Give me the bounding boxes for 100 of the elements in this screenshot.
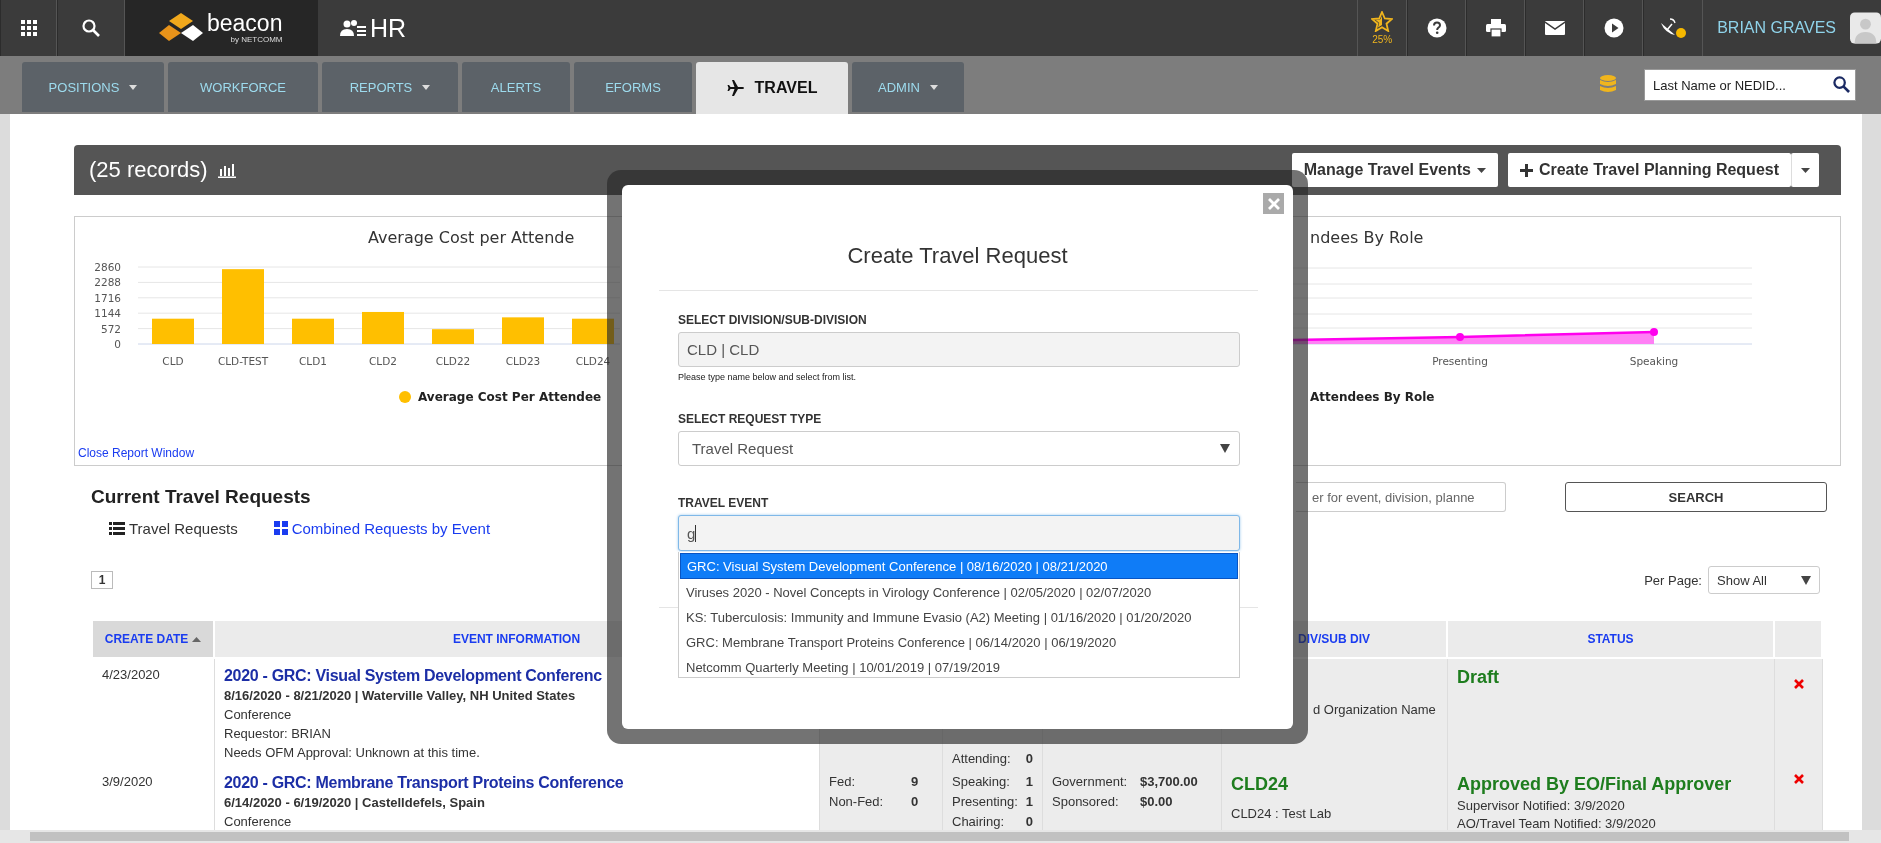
division-code: CLD24 xyxy=(1231,774,1289,795)
funding-amount: $3,700.00 xyxy=(1140,774,1198,789)
event-title-link[interactable]: 2020 - GRC: Visual System Development Conferenc xyxy=(224,667,602,686)
view-link[interactable]: Travel Requests xyxy=(109,517,238,539)
nav-tab[interactable]: ADMIN xyxy=(852,62,964,112)
axis-tick-label: 572 xyxy=(100,322,121,335)
axis-tick-label: 2860 xyxy=(94,261,121,273)
bar xyxy=(572,318,614,344)
event-dates-location: 6/14/2020 - 6/19/2020 | Castelldefels, Spain xyxy=(224,796,486,812)
play-icon xyxy=(1603,18,1624,38)
vertical-scrollbar[interactable] xyxy=(1862,114,1881,830)
bar xyxy=(362,311,404,344)
help-icon xyxy=(1426,18,1447,38)
bar xyxy=(152,318,194,344)
manage-events-button[interactable]: Manage Travel Events xyxy=(1291,153,1498,187)
module-title: HR xyxy=(370,13,407,43)
status-title: Draft xyxy=(1457,667,1500,688)
legend-label: Attendees By Role xyxy=(1310,390,1435,404)
nav-tab[interactable]: REPORTS xyxy=(322,62,458,112)
printer-icon xyxy=(1485,19,1506,37)
chart-title: ndees By Role xyxy=(1309,227,1425,249)
role-label: Speaking: xyxy=(952,774,1011,789)
category-label: CLD xyxy=(162,355,184,367)
create-request-button[interactable]: Create Travel Planning Request xyxy=(1507,153,1791,187)
bar xyxy=(292,318,334,344)
request-type-select[interactable]: Travel Request xyxy=(678,431,1240,466)
apps-grid-icon xyxy=(20,20,37,36)
role-label: Attending: xyxy=(952,751,1012,767)
grid-icon xyxy=(273,521,288,535)
date-text: 3/9/2020 xyxy=(102,774,154,789)
plus-icon xyxy=(1519,163,1533,177)
airplane-icon xyxy=(726,79,745,97)
section-title: Current Travel Requests xyxy=(91,486,311,508)
dialog-title: Create Travel Request xyxy=(847,243,1068,269)
division-name: d Organization Name xyxy=(1313,702,1437,717)
funding-label: Sponsored: xyxy=(1052,794,1120,809)
nav-tab[interactable]: EFORMS xyxy=(574,62,692,112)
caret-icon xyxy=(1801,167,1810,173)
travel-event-field[interactable]: g xyxy=(678,515,1240,551)
page-button[interactable]: 1 xyxy=(91,571,113,589)
star-icon xyxy=(1371,11,1394,32)
axis-tick-label: 0 xyxy=(114,338,121,350)
caret-icon xyxy=(1801,575,1811,585)
delete-icon[interactable] xyxy=(1793,774,1804,784)
column-header[interactable]: STATUS xyxy=(1448,621,1775,657)
nav-tab[interactable]: ALERTS xyxy=(462,62,570,112)
people-icon xyxy=(340,19,366,37)
axis-tick-label: 1716 xyxy=(94,291,121,304)
attendee-count: 9 xyxy=(911,774,919,789)
suggestion-item[interactable]: Netcomm Quarterly Meeting | 10/01/2019 | 07/19/2019 xyxy=(679,655,1239,677)
role-count: 1 xyxy=(1025,794,1033,809)
name-search-field[interactable]: Last Name or NEDID... xyxy=(1644,69,1856,101)
delete-icon[interactable] xyxy=(1793,679,1804,689)
category-label: Speaking xyxy=(1629,355,1679,367)
mail-icon xyxy=(1544,21,1565,35)
event-detail: Needs OFM Approval: Unknown at this time. xyxy=(224,746,481,762)
user-menu[interactable]: BRIAN GRAVES xyxy=(1703,0,1850,56)
status-title: Approved By EO/Final Approver xyxy=(1457,774,1733,795)
close-report-link[interactable]: Close Report Window xyxy=(75,446,195,460)
attendee-label: Fed: xyxy=(829,774,856,789)
date-text: 4/23/2020 xyxy=(102,667,161,682)
suggestion-item[interactable]: GRC: Visual System Development Conference | 08/16/2020 | 08/21/2020 xyxy=(680,553,1238,579)
funding-amount: $0.00 xyxy=(1140,794,1173,809)
view-link[interactable]: Combined Requests by Event xyxy=(273,517,491,539)
event-type: Conference xyxy=(224,708,293,724)
division-field[interactable]: CLD | CLD xyxy=(678,332,1240,367)
caret-icon xyxy=(1220,444,1230,453)
brand-tagline: by NETCOMM xyxy=(230,36,283,44)
division-name: CLD24 : Test Lab xyxy=(1231,806,1333,821)
event-title-link[interactable]: 2020 - GRC: Membrane Transport Proteins Conference xyxy=(224,774,624,793)
per-page-select[interactable]: Show All xyxy=(1708,566,1820,594)
category-label: CLD2 xyxy=(369,355,397,367)
horizontal-scrollbar[interactable] xyxy=(0,830,1881,843)
chart-title: Average Cost per Attende xyxy=(367,227,576,249)
field-hint: Please type name below and select from list. xyxy=(678,372,858,382)
funding-label: Government: xyxy=(1052,774,1129,789)
category-label: CLD23 xyxy=(505,355,541,367)
category-label: CLD-TEST xyxy=(217,355,269,367)
sort-icon xyxy=(192,636,202,642)
search-icon xyxy=(82,19,100,37)
role-count: 0 xyxy=(1025,751,1033,767)
category-label: Presenting xyxy=(1432,355,1488,367)
event-detail: Requestor: BRIAN xyxy=(224,727,332,743)
search-icon[interactable] xyxy=(1833,76,1850,93)
dropdown-toggle[interactable] xyxy=(1791,153,1819,187)
axis-tick-label: 1144 xyxy=(94,307,121,320)
caret-icon xyxy=(1476,167,1486,173)
filter-field[interactable]: er for event, division, planne xyxy=(1296,482,1506,512)
field-label: SELECT DIVISION/SUB-DIVISION xyxy=(678,313,868,327)
category-label: CLD1 xyxy=(299,355,327,367)
status-note: Supervisor Notified: 3/9/2020 xyxy=(1457,798,1626,813)
search-button[interactable]: SEARCH xyxy=(1565,482,1827,512)
suggestion-item[interactable]: Viruses 2020 - Novel Concepts in Virology Conference | 02/05/2020 | 02/07/2020 xyxy=(679,580,1239,605)
nav-tab[interactable]: TRAVEL xyxy=(696,62,848,114)
nav-tab[interactable]: WORKFORCE xyxy=(168,62,318,112)
axis-tick-label: 2288 xyxy=(94,276,121,289)
nav-tab[interactable]: POSITIONS xyxy=(22,62,164,112)
database-icon xyxy=(1600,75,1616,95)
close-icon xyxy=(1267,197,1280,210)
column-header[interactable]: CREATE DATE xyxy=(93,621,215,657)
